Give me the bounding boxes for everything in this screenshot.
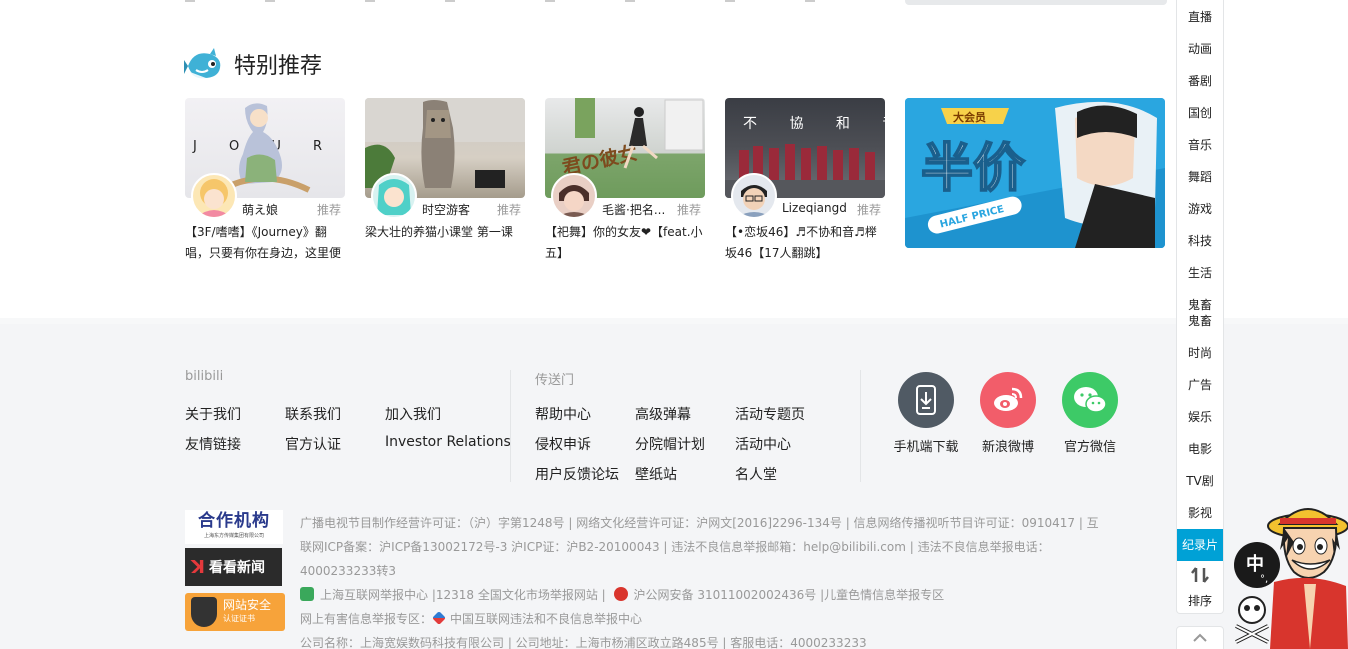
app-label[interactable]: 新浪微博 [968, 436, 1048, 455]
uploader-name[interactable]: 时空游客 [422, 201, 486, 218]
footer-link-contact[interactable]: 联系我们 [285, 404, 341, 424]
video-title[interactable]: 【祀舞】你的女友❤【feat.小五】 [545, 222, 705, 264]
footer-link-feedback[interactable]: 用户反馈论坛 [535, 464, 619, 484]
footer-link-join[interactable]: 加入我们 [385, 404, 441, 424]
footer-link-hall-of-fame[interactable]: 名人堂 [735, 464, 777, 484]
footer-link-wallpaper[interactable]: 壁纸站 [635, 464, 677, 484]
footer-link-help[interactable]: 帮助中心 [535, 404, 591, 424]
nav-item-bangumi[interactable]: 番剧 [1177, 73, 1223, 89]
police-badge-icon [613, 587, 628, 601]
app-label[interactable]: 官方微信 [1050, 436, 1130, 455]
mascot-widget[interactable]: 中 °, [1234, 502, 1348, 649]
phone-download-icon[interactable] [898, 372, 954, 428]
video-card[interactable]: 君の彼女 毛酱·把名... 推荐 【祀舞】你的女友❤【feat.小五】 [545, 98, 705, 260]
partner-logo[interactable]: 合作机构 上海东方传媒集团有限公司 [185, 510, 283, 544]
back-to-top-button[interactable] [1176, 626, 1224, 649]
top-box [905, 0, 1167, 5]
channel-nav: 直播 动画 番剧 国创 音乐 舞蹈 游戏 科技 生活 鬼畜 鬼畜 时尚 广告 娱乐… [1176, 0, 1224, 614]
recommend-tag: 推荐 [316, 203, 341, 217]
report-center-line: 上海互联网举报中心 |12318 全国文化市场举报网站 | 沪公网安备 3101… [300, 583, 1100, 607]
video-card[interactable]: 不 協 和 音 Lizeqiangd 推荐 【•恋坂46】♬不协和音♬榉坂46【… [725, 98, 885, 260]
footer-link-investor[interactable]: Investor Relations [385, 434, 511, 450]
app-download[interactable]: 手机端下载 [886, 372, 966, 455]
harmful-info-line: 网上有害信息举报专区： 中国互联网违法和不良信息举报中心 [300, 611, 643, 626]
wechat-icon[interactable] [1062, 372, 1118, 428]
sort-icon [1191, 567, 1209, 583]
card-meta: Lizeqiangd 推荐 [725, 201, 885, 221]
video-title[interactable]: 梁大壮的养猫小课堂 第一课 [365, 222, 525, 264]
section-title: 特别推荐 [234, 54, 323, 79]
sort-button[interactable]: 排序 [1177, 566, 1223, 609]
recommend-tag: 推荐 [856, 203, 881, 217]
footer-link-appeal[interactable]: 侵权申诉 [535, 434, 591, 454]
report-center-icon [300, 587, 314, 601]
weibo-link[interactable]: 新浪微博 [968, 372, 1048, 455]
footer-link-sorting-hat[interactable]: 分院帽计划 [635, 434, 705, 454]
thumb-text: 不 協 和 音 [743, 115, 885, 132]
svg-text:°,: °, [1260, 574, 1268, 585]
nav-item-fashion[interactable]: 时尚 [1177, 345, 1223, 361]
footer-link-topics[interactable]: 活动专题页 [735, 404, 805, 424]
nav-item-life[interactable]: 生活 [1177, 265, 1223, 281]
uploader-name[interactable]: Lizeqiangd [782, 201, 846, 215]
footer-link-danmaku[interactable]: 高级弹幕 [635, 404, 691, 424]
footer: bilibili 关于我们 联系我们 加入我们 友情链接 官方认证 Invest… [0, 318, 1348, 649]
footer-divider [860, 370, 861, 482]
nav-item-tech[interactable]: 科技 [1177, 233, 1223, 249]
svg-text:中: 中 [1246, 553, 1264, 575]
uploader-name[interactable]: 萌え娘 [242, 201, 306, 218]
footer-link-events[interactable]: 活动中心 [735, 434, 791, 454]
recommend-tag: 推荐 [676, 203, 701, 217]
license-info: 广播电视节目制作经营许可证：（沪）字第1248号 | 网络文化经营许可证：沪网文… [300, 516, 1099, 578]
kankan-news-logo[interactable]: ꓘ 看看新闻 [185, 548, 282, 586]
footer-link-about[interactable]: 关于我们 [185, 404, 241, 424]
footer-link-verify[interactable]: 官方认证 [285, 434, 341, 454]
partner-logos: 合作机构 上海东方传媒集团有限公司 ꓘ 看看新闻 网站安全 认证证书 [185, 510, 285, 631]
nav-item-ent[interactable]: 娱乐 [1177, 409, 1223, 425]
weibo-icon[interactable] [980, 372, 1036, 428]
fish-mascot-icon [184, 46, 224, 82]
section-header: 特别推荐 [184, 46, 322, 82]
nav-item-tv[interactable]: TV剧 [1177, 473, 1223, 489]
nav-item-live[interactable]: 直播 [1177, 9, 1223, 25]
video-title[interactable]: 【3F/嗜嗜】《Journey》翻唱，只要有你在身边，这里便 [185, 222, 345, 264]
vip-half-price-banner[interactable]: 大会员 半价 HALF PRICE [905, 98, 1165, 248]
footer-link-friends[interactable]: 友情链接 [185, 434, 241, 454]
company-info: 公司名称：上海宽娱数码科技有限公司 | 公司地址：上海市杨浦区政立路485号 |… [300, 636, 867, 649]
nav-item-movie[interactable]: 电影 [1177, 441, 1223, 457]
report-diamond-icon [432, 611, 446, 625]
wechat-link[interactable]: 官方微信 [1050, 372, 1130, 455]
uploader-name[interactable]: 毛酱·把名... [602, 201, 666, 218]
nav-item-game[interactable]: 游戏 [1177, 201, 1223, 217]
app-label[interactable]: 手机端下载 [886, 436, 966, 455]
banner-badge: 大会员 [953, 110, 986, 124]
footer-col-title: 传送门 [535, 373, 575, 388]
nav-item-dance[interactable]: 舞蹈 [1177, 169, 1223, 185]
card-meta: 萌え娘 推荐 [185, 201, 345, 221]
nav-item-anime[interactable]: 动画 [1177, 41, 1223, 57]
footer-divider [510, 370, 511, 482]
nav-item-documentary[interactable]: 纪录片 [1177, 529, 1223, 561]
card-meta: 时空游客 推荐 [365, 201, 525, 221]
nav-item-ad[interactable]: 广告 [1177, 377, 1223, 393]
video-title[interactable]: 【•恋坂46】♬不协和音♬榉坂46【17人翻跳】 [725, 222, 885, 264]
video-card[interactable]: J O U R N E Y 萌え娘 推荐 【3F/嗜嗜】《Journey》翻唱，… [185, 98, 345, 260]
card-meta: 毛酱·把名... 推荐 [545, 201, 705, 221]
site-security-logo[interactable]: 网站安全 认证证书 [185, 593, 285, 631]
nav-item-guochuang[interactable]: 国创 [1177, 105, 1223, 121]
page: 特别推荐 J O U R N E Y 萌え娘 推荐 【3F/嗜嗜】《Journe… [0, 0, 1348, 649]
video-card[interactable]: 时空游客 推荐 梁大壮的养猫小课堂 第一课 [365, 98, 525, 239]
nav-item-film[interactable]: 影视 [1177, 505, 1223, 521]
recommend-tag: 推荐 [496, 203, 521, 217]
banner-main-text: 半价 [921, 139, 1025, 199]
footer-col-title: bilibili [185, 369, 224, 384]
nav-item-guichu[interactable]: 鬼畜 鬼畜 [1177, 297, 1223, 329]
top-strip [185, 0, 825, 4]
nav-item-music[interactable]: 音乐 [1177, 137, 1223, 153]
chevron-up-icon [1193, 633, 1207, 642]
shield-icon [191, 597, 217, 627]
